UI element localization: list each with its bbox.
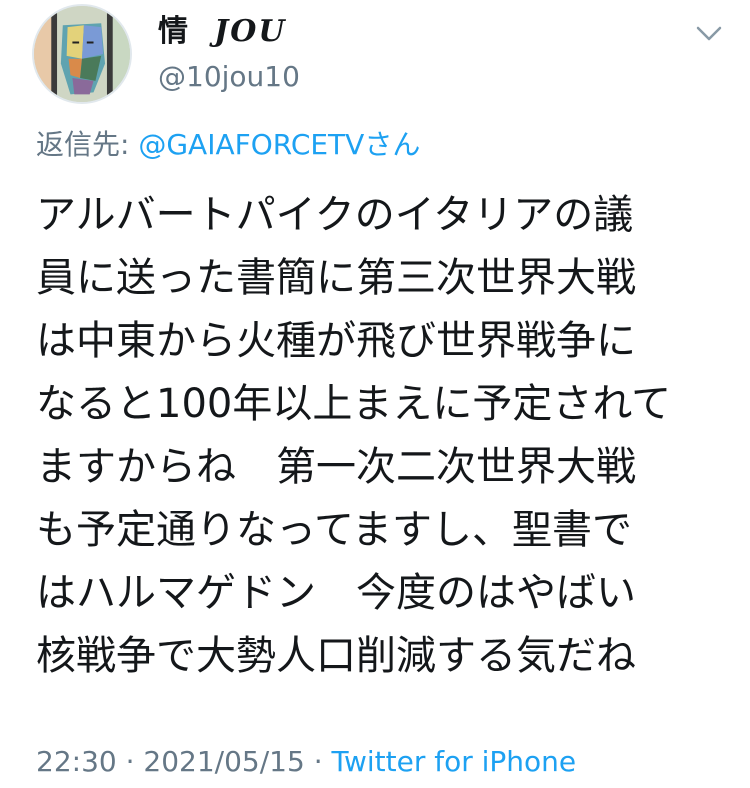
chevron-down-icon[interactable] [694, 22, 724, 46]
tweet-text-line: 員に送った書簡に第三次世界大戦 [36, 255, 636, 301]
tweet-text-line: も予定通りなってますし、聖書で [36, 507, 632, 553]
tweet-meta: 22:30 · 2021/05/15 · Twitter for iPhone [36, 742, 576, 782]
tweet-text-line: は中東から火種が飛び世界戦争に [36, 318, 636, 364]
display-name[interactable]: 情 JOU [158, 14, 287, 50]
tweet-source-link[interactable]: Twitter for iPhone [332, 745, 577, 778]
tweet-text: アルバートパイクのイタリアの議 員に送った書簡に第三次世界大戦 は中東から火種が… [36, 184, 726, 688]
tweet-text-line: はハルマゲドン 今度のはやばい [36, 570, 636, 616]
tweet-card: 情 JOU @10jou10 返信先: @GAIAFORCETVさん アルバートパ… [0, 0, 750, 788]
display-name-text: 情 [158, 14, 188, 49]
meta-separator: · [304, 745, 332, 778]
tweet-text-line: 核戦争で大勢人口削減する気だね [36, 633, 636, 679]
reply-to-link[interactable]: @GAIAFORCETVさん [138, 128, 420, 161]
tweet-time[interactable]: 22:30 [36, 745, 117, 778]
reply-to-line: 返信先: @GAIAFORCETVさん [36, 127, 420, 163]
tweet-text-line: なると100年以上まえに予定されて [36, 381, 672, 427]
avatar-portrait-image [34, 6, 130, 102]
user-handle[interactable]: @10jou10 [158, 60, 300, 94]
reply-to-label: 返信先: [36, 128, 139, 161]
meta-separator: · [116, 745, 144, 778]
tweet-date[interactable]: 2021/05/15 [143, 745, 304, 778]
display-name-decoration: JOU [214, 14, 287, 49]
tweet-text-line: ますからね 第一次二次世界大戦 [36, 444, 636, 490]
avatar[interactable] [32, 4, 132, 104]
tweet-text-line: アルバートパイクのイタリアの議 [36, 192, 634, 238]
